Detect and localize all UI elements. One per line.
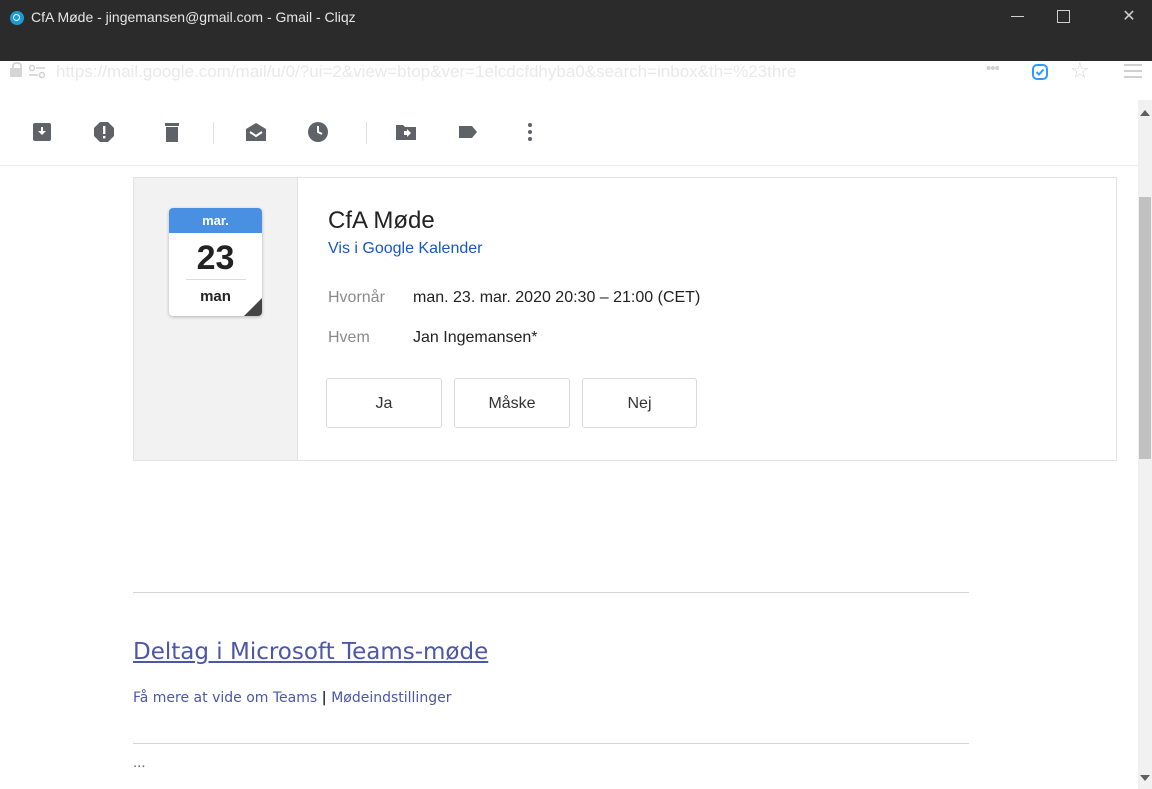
close-window-button[interactable]: ✕: [1106, 0, 1152, 34]
scroll-up-icon[interactable]: [1140, 110, 1150, 116]
gmail-toolbar: [0, 100, 1138, 166]
when-value: man. 23. mar. 2020 20:30 – 21:00 (CET): [413, 289, 701, 306]
rsvp-yes-button[interactable]: Ja: [326, 378, 442, 428]
bookmark-star-icon[interactable]: ☆: [1070, 58, 1090, 84]
page-actions-icon[interactable]: •••: [986, 60, 1000, 77]
close-icon: ✕: [1122, 8, 1136, 25]
vertical-scrollbar[interactable]: [1138, 100, 1152, 789]
join-teams-meeting-link[interactable]: Deltag i Microsoft Teams-møde: [133, 639, 488, 665]
minimize-button[interactable]: [994, 0, 1040, 34]
window-title: CfA Møde - jingemansen@gmail.com - Gmail…: [31, 9, 356, 25]
calendar-day: 23: [196, 239, 235, 277]
who-label: Hvem: [328, 329, 370, 346]
toolbar-divider: [366, 122, 367, 144]
url-field[interactable]: https://mail.google.com/mail/u/0/?ui=2&v…: [56, 62, 976, 82]
calendar-month: mar.: [169, 208, 262, 233]
label-icon[interactable]: [456, 120, 480, 144]
scroll-thumb[interactable]: [1139, 197, 1151, 459]
calendar-date-panel: mar. 23 man: [134, 178, 298, 460]
snooze-icon[interactable]: [306, 120, 330, 144]
move-to-icon[interactable]: [394, 120, 418, 144]
maximize-button[interactable]: [1040, 0, 1086, 34]
divider-bottom: [133, 743, 969, 744]
rsvp-maybe-button[interactable]: Måske: [454, 378, 570, 428]
event-title: CfA Møde: [328, 207, 435, 234]
toolbar-divider: [213, 122, 214, 144]
permissions-icon[interactable]: [28, 64, 46, 80]
lock-icon[interactable]: [10, 62, 22, 77]
learn-more-link[interactable]: Få mere at vide om Teams: [133, 690, 317, 706]
maximize-icon: [1056, 10, 1070, 24]
link-separator: |: [321, 690, 327, 706]
view-in-calendar-link[interactable]: Vis i Google Kalender: [328, 240, 482, 258]
rsvp-no-button[interactable]: Nej: [582, 378, 697, 428]
minimize-icon: [1010, 16, 1024, 18]
who-value[interactable]: Jan Ingemansen*: [413, 329, 538, 347]
archive-icon[interactable]: [30, 120, 54, 144]
meeting-settings-link[interactable]: Mødeindstillinger: [331, 690, 451, 706]
calendar-date-icon: mar. 23 man: [169, 208, 262, 316]
divider-top: [133, 592, 969, 593]
cliqz-logo-icon: [10, 11, 24, 25]
browser-chrome: CfA Møde - jingemansen@gmail.com - Gmail…: [0, 0, 1152, 83]
page-fold-icon: [244, 298, 262, 316]
teams-links-row: Få mere at vide om Teams | Mødeindstilli…: [133, 690, 451, 706]
delete-icon[interactable]: [160, 120, 184, 144]
scroll-down-icon[interactable]: [1140, 775, 1150, 781]
trimmed-content-ellipsis[interactable]: ...: [133, 754, 146, 771]
hamburger-menu-icon[interactable]: [1124, 64, 1142, 78]
more-icon[interactable]: [518, 120, 542, 144]
calendar-invite-card: mar. 23 man CfA Møde Vis i Google Kalend…: [133, 177, 1117, 461]
calendar-divider: [185, 279, 246, 280]
mark-unread-icon[interactable]: [244, 120, 268, 144]
extension-icon[interactable]: [1032, 64, 1048, 80]
report-spam-icon[interactable]: [92, 120, 116, 144]
when-label: Hvornår: [328, 289, 385, 306]
